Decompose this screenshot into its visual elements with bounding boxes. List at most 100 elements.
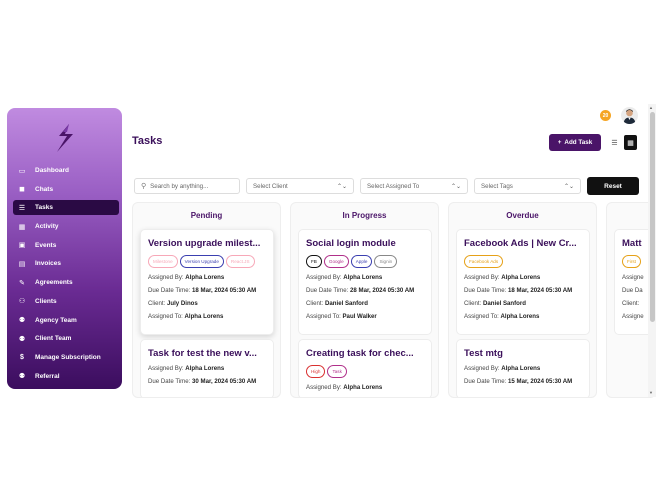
sidebar-item-agreements[interactable]: ✎ Agreements: [13, 275, 119, 290]
client-row: Client: July Dinos: [148, 300, 266, 307]
scrollbar-thumb[interactable]: [649, 112, 655, 322]
sidebar-item-label: Events: [35, 241, 57, 249]
due-date-row: Due Date Time: 18 Mar, 2024 05:30 AM: [148, 287, 266, 294]
tasks-page: ▭ Dashboard ◼ Chats ☰ Tasks ▦ Activity ▣ Events ▤ I…: [0, 0, 656, 502]
assigned-to-row: Assigned To: Paul Walker: [306, 313, 424, 320]
sidebar-item-label: Referral: [35, 372, 60, 380]
select-client-label: Select Client: [253, 182, 288, 190]
scroll-up-icon[interactable]: ▲: [649, 105, 653, 110]
list-view-icon[interactable]: ☰: [609, 136, 620, 149]
assigned-to-row: Assigned To: Alpha Lorens: [148, 313, 266, 320]
chevron-updown-icon: ⌃⌄: [336, 183, 347, 190]
task-title[interactable]: Task for test the new v...: [148, 348, 266, 359]
assigned-by-row: Assigned By: Alpha Lorens: [148, 365, 266, 372]
search-input[interactable]: ⚲ Search by anything...: [134, 178, 240, 194]
client-row: Client: Daniel Sanford: [464, 300, 582, 307]
due-date-value: 30 Mar, 2024 05:30 AM: [192, 378, 257, 385]
scroll-down-icon[interactable]: ▼: [649, 390, 653, 395]
sidebar-item-activity[interactable]: ▦ Activity: [13, 219, 119, 234]
tag-badge: FB: [306, 255, 322, 268]
assigned-by-row: Assigned By: Alpha Lorens: [148, 274, 266, 281]
grid-view-icon[interactable]: ▦: [624, 135, 637, 150]
sidebar-item-label: Agency Team: [35, 316, 77, 324]
task-card[interactable]: Test mtg Assigned By: Alpha Lorens Due Dat…: [456, 339, 590, 397]
assigned-by-value: Alpha Lorens: [343, 274, 383, 281]
tag-list: Milestone Version Upgrade React.JS: [148, 255, 266, 268]
avatar[interactable]: [621, 107, 638, 124]
select-tags-dropdown[interactable]: Select Tags ⌃⌄: [474, 178, 581, 194]
sidebar-item-tasks[interactable]: ☰ Tasks: [13, 200, 119, 216]
task-title[interactable]: Test mtg: [464, 348, 582, 359]
tag-list: Facebook Ads: [464, 255, 582, 268]
page-title: Tasks: [132, 135, 163, 147]
tag-badge: Version Upgrade: [179, 255, 224, 268]
column-pending: Pending Version upgrade milest... Mileston…: [132, 202, 281, 398]
assigned-to-label: Assigned To:: [306, 313, 341, 320]
assigned-to-value: Paul Walker: [342, 313, 377, 320]
client-label: Client:: [306, 300, 324, 307]
invoices-icon: ▤: [18, 260, 26, 268]
task-card[interactable]: Version upgrade milest... Milestone Versio…: [140, 229, 274, 335]
tag-badge: Apple: [350, 255, 373, 268]
tag-badge: First: [622, 255, 641, 268]
sidebar-item-agency-team[interactable]: ⚉ Agency Team: [13, 313, 119, 328]
notification-badge[interactable]: 20: [600, 110, 611, 121]
task-card[interactable]: Task for test the new v... Assigned By: A…: [140, 339, 274, 397]
sidebar-item-events[interactable]: ▣ Events: [13, 238, 119, 253]
assigned-by-value: Alpha Lorens: [343, 384, 383, 391]
client-value: Daniel Sanford: [324, 300, 368, 307]
due-date-value: 28 Mar, 2024 05:30 AM: [350, 287, 415, 294]
activity-icon: ▦: [18, 223, 26, 231]
due-date-row: Due Date Time: 28 Mar, 2024 05:30 AM: [306, 287, 424, 294]
task-card[interactable]: Social login module FB Google Apple Signin As…: [298, 229, 432, 335]
client-value: July Dinos: [166, 300, 198, 307]
assigned-to-value: Alpha Lorens: [184, 313, 224, 320]
task-title[interactable]: Facebook Ads | New Cr...: [464, 238, 582, 249]
add-task-button[interactable]: + Add Task: [549, 134, 601, 151]
assigned-by-value: Alpha Lorens: [185, 365, 225, 372]
assigned-by-value: Alpha Lorens: [185, 274, 225, 281]
page-scrollbar[interactable]: ▲ ▼: [648, 104, 656, 397]
assigned-by-value: Assigne: [622, 274, 644, 281]
sidebar-item-manage-subscription[interactable]: $ Manage Subscription: [13, 350, 119, 365]
sidebar-item-chats[interactable]: ◼ Chats: [13, 182, 119, 197]
referral-icon: ⚉: [18, 373, 26, 381]
sidebar-item-invoices[interactable]: ▤ Invoices: [13, 256, 119, 271]
tag-badge: Facebook Ads: [464, 255, 504, 268]
client-value: Daniel Sanford: [482, 300, 526, 307]
assigned-by-label: Assigned By:: [464, 365, 500, 372]
column-in-progress: In Progress Social login module FB Google Ap…: [290, 202, 439, 398]
assigned-to-label: Assigned To:: [464, 313, 499, 320]
due-date-value: Due Da: [622, 287, 643, 294]
assigned-by-label: Assigned By:: [464, 274, 500, 281]
assigned-by-value: Alpha Lorens: [501, 365, 541, 372]
assigned-to-label: Assigned To:: [148, 313, 183, 320]
select-client-dropdown[interactable]: Select Client ⌃⌄: [246, 178, 354, 194]
sidebar-item-label: Manage Subscription: [35, 353, 101, 361]
task-card[interactable]: Facebook Ads | New Cr... Facebook Ads Assi…: [456, 229, 590, 335]
sidebar-item-referral[interactable]: ⚉ Referral: [13, 369, 119, 384]
assigned-by-label: Assigned By:: [148, 365, 184, 372]
sidebar: ▭ Dashboard ◼ Chats ☰ Tasks ▦ Activity ▣ Events ▤ I…: [7, 108, 122, 389]
brand-logo-icon[interactable]: [51, 122, 79, 154]
task-title[interactable]: Version upgrade milest...: [148, 238, 266, 249]
events-icon: ▣: [18, 242, 26, 250]
assigned-by-row: Assigned By: Alpha Lorens: [306, 384, 424, 391]
agreements-icon: ✎: [19, 279, 25, 287]
reset-button[interactable]: Reset: [587, 177, 639, 195]
tag-badge: Milestone: [148, 255, 178, 268]
select-assigned-dropdown[interactable]: Select Assigned To ⌃⌄: [360, 178, 468, 194]
sidebar-item-dashboard[interactable]: ▭ Dashboard: [13, 163, 119, 178]
task-title[interactable]: Creating task for chec...: [306, 348, 424, 359]
tag-badge: Task: [327, 365, 347, 378]
assigned-by-label: Assigned By:: [306, 274, 342, 281]
sidebar-item-client-team[interactable]: ⚉ Client Team: [13, 331, 119, 346]
assigned-by-label: Assigned By:: [306, 384, 342, 391]
manage-subscription-icon: $: [20, 353, 24, 361]
client-value: Client:: [622, 300, 640, 307]
task-card[interactable]: Creating task for chec... High Task Assigne…: [298, 339, 432, 397]
sidebar-item-clients[interactable]: ⚇ Clients: [13, 294, 119, 309]
client-label: Client:: [464, 300, 482, 307]
task-title[interactable]: Social login module: [306, 238, 424, 249]
due-date-value: 18 Mar, 2024 05:30 AM: [192, 287, 257, 294]
